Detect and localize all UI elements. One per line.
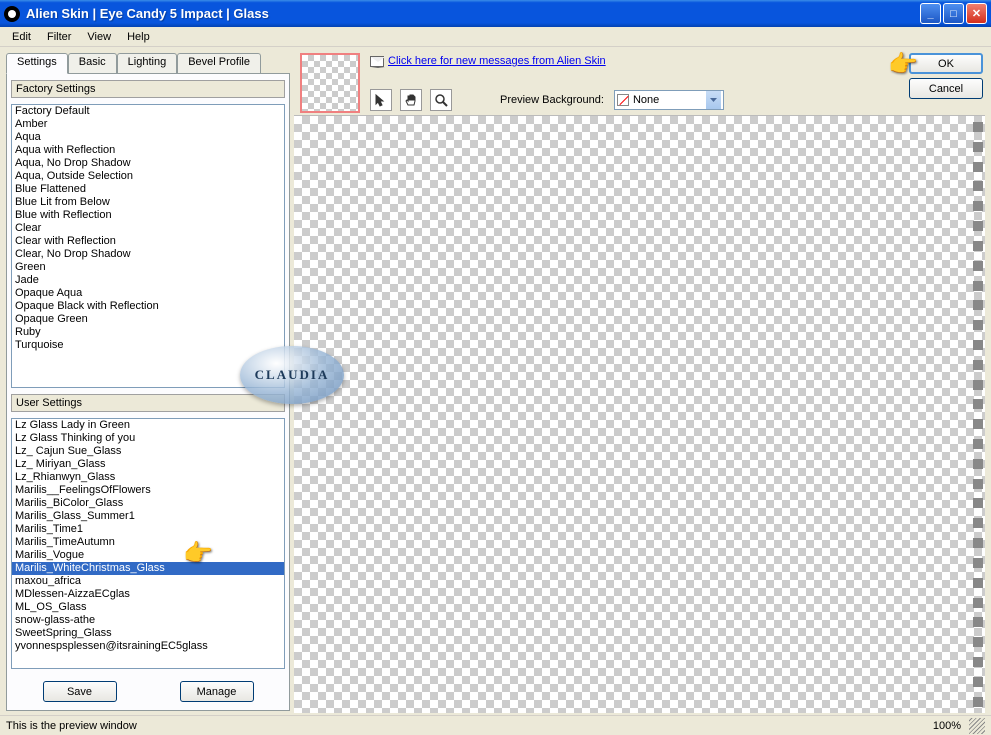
list-item[interactable]: Marilis_Vogue: [12, 549, 284, 562]
tab-strip: Settings Basic Lighting Bevel Profile: [6, 53, 290, 73]
factory-settings-label: Factory Settings: [11, 80, 285, 98]
list-item[interactable]: snow-glass-athe: [12, 614, 284, 627]
list-item[interactable]: Green: [12, 261, 284, 274]
tab-lighting[interactable]: Lighting: [117, 53, 178, 73]
manage-button[interactable]: Manage: [180, 681, 254, 702]
status-text: This is the preview window: [6, 720, 933, 732]
maximize-button[interactable]: □: [943, 3, 964, 24]
resize-grip-icon[interactable]: [969, 718, 985, 734]
messages-link[interactable]: Click here for new messages from Alien S…: [370, 53, 606, 67]
list-item[interactable]: Aqua: [12, 131, 284, 144]
list-item[interactable]: SweetSpring_Glass: [12, 627, 284, 640]
list-item[interactable]: Blue Flattened: [12, 183, 284, 196]
menu-edit[interactable]: Edit: [4, 29, 39, 45]
list-item[interactable]: Aqua, Outside Selection: [12, 170, 284, 183]
list-item[interactable]: Opaque Aqua: [12, 287, 284, 300]
factory-settings-list[interactable]: Factory DefaultAmberAquaAqua with Reflec…: [11, 104, 285, 388]
menu-filter[interactable]: Filter: [39, 29, 79, 45]
list-item[interactable]: Turquoise: [12, 339, 284, 352]
hand-tool-icon[interactable]: [400, 89, 422, 111]
preview-background-select[interactable]: None: [614, 90, 724, 110]
watermark: CLAUDIA: [240, 346, 344, 404]
list-item[interactable]: Lz_ Cajun Sue_Glass: [12, 445, 284, 458]
messages-link-text: Click here for new messages from Alien S…: [388, 55, 606, 67]
preview-area[interactable]: [294, 115, 985, 713]
list-item[interactable]: Opaque Green: [12, 313, 284, 326]
list-item[interactable]: Marilis_BiColor_Glass: [12, 497, 284, 510]
window-title: Alien Skin | Eye Candy 5 Impact | Glass: [26, 6, 920, 21]
list-item[interactable]: Aqua, No Drop Shadow: [12, 157, 284, 170]
cancel-button[interactable]: Cancel: [909, 78, 983, 99]
list-item[interactable]: Opaque Black with Reflection: [12, 300, 284, 313]
list-item[interactable]: Lz Glass Lady in Green: [12, 419, 284, 432]
tab-basic[interactable]: Basic: [68, 53, 117, 73]
list-item[interactable]: Lz Glass Thinking of you: [12, 432, 284, 445]
pointer-tool-icon[interactable]: [370, 89, 392, 111]
list-item[interactable]: Marilis__FeelingsOfFlowers: [12, 484, 284, 497]
window-controls: _ □ ✕: [920, 3, 987, 24]
list-item[interactable]: Marilis_Glass_Summer1: [12, 510, 284, 523]
list-item[interactable]: Aqua with Reflection: [12, 144, 284, 157]
tab-bevel-profile[interactable]: Bevel Profile: [177, 53, 261, 73]
list-item[interactable]: Lz_Rhianwyn_Glass: [12, 471, 284, 484]
preview-bg-value: None: [633, 94, 659, 106]
zoom-tool-icon[interactable]: [430, 89, 452, 111]
none-swatch-icon: [617, 94, 629, 106]
list-item[interactable]: Marilis_WhiteChristmas_Glass: [12, 562, 284, 575]
app-icon: [4, 6, 20, 22]
list-item[interactable]: Amber: [12, 118, 284, 131]
minimize-button[interactable]: _: [920, 3, 941, 24]
list-item[interactable]: Blue Lit from Below: [12, 196, 284, 209]
list-item[interactable]: ML_OS_Glass: [12, 601, 284, 614]
save-button[interactable]: Save: [43, 681, 117, 702]
list-item[interactable]: Ruby: [12, 326, 284, 339]
menu-help[interactable]: Help: [119, 29, 158, 45]
zoom-level: 100%: [933, 720, 961, 732]
list-item[interactable]: Factory Default: [12, 105, 284, 118]
list-item[interactable]: Clear with Reflection: [12, 235, 284, 248]
menu-view[interactable]: View: [79, 29, 119, 45]
menubar: Edit Filter View Help: [0, 27, 991, 47]
list-item[interactable]: Marilis_TimeAutumn: [12, 536, 284, 549]
list-item[interactable]: Blue with Reflection: [12, 209, 284, 222]
user-settings-label: User Settings: [11, 394, 285, 412]
list-item[interactable]: Lz_ Miriyan_Glass: [12, 458, 284, 471]
preview-bg-label: Preview Background:: [500, 94, 604, 106]
titlebar: Alien Skin | Eye Candy 5 Impact | Glass …: [0, 0, 991, 27]
list-item[interactable]: MDlessen-AizzaECglas: [12, 588, 284, 601]
ruler-marks: [971, 116, 985, 713]
tab-settings[interactable]: Settings: [6, 53, 68, 74]
list-item[interactable]: Clear, No Drop Shadow: [12, 248, 284, 261]
list-item[interactable]: Jade: [12, 274, 284, 287]
thumbnail-preview: [300, 53, 360, 113]
statusbar: This is the preview window 100%: [0, 715, 991, 735]
list-item[interactable]: Marilis_Time1: [12, 523, 284, 536]
list-item[interactable]: maxou_africa: [12, 575, 284, 588]
dropdown-arrow-icon: [706, 91, 721, 109]
list-item[interactable]: yvonnespsplessen@itsrainingEC5glass: [12, 640, 284, 653]
close-button[interactable]: ✕: [966, 3, 987, 24]
user-settings-list[interactable]: Lz Glass Lady in GreenLz Glass Thinking …: [11, 418, 285, 669]
message-icon: [370, 56, 384, 67]
ok-button[interactable]: OK: [909, 53, 983, 74]
list-item[interactable]: Clear: [12, 222, 284, 235]
